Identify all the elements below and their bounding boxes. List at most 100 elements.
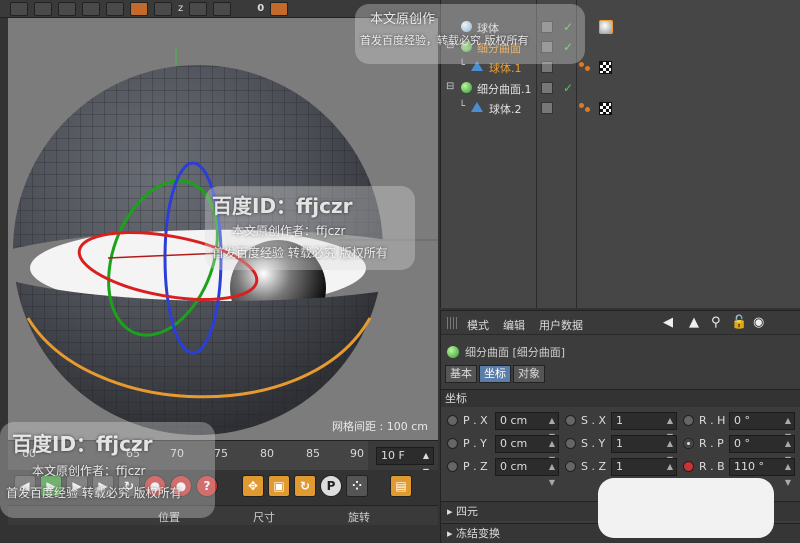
scale-key-button[interactable]: ▣ bbox=[268, 475, 290, 497]
collapse-icon[interactable]: ⊟ bbox=[446, 81, 454, 92]
sx-value: 1 bbox=[616, 414, 623, 427]
keyframe-radio[interactable] bbox=[683, 415, 694, 426]
object-row[interactable]: ⊟ 细分曲面.1 ✓ bbox=[441, 78, 800, 98]
coord-row-z: P . Z 0 cm▲▼ S . Z 1▲▼ R . B 110 °▲▼ bbox=[445, 457, 800, 487]
attribute-menu-bar: 模式 编辑 用户数据 ◀ ▲ ⚲ 🔓 ◉ bbox=[441, 311, 800, 335]
phong-tag-icon[interactable] bbox=[579, 103, 593, 113]
section-header: 坐标 bbox=[441, 389, 800, 407]
param-key-button[interactable]: P bbox=[320, 475, 342, 497]
tab-basic[interactable]: 基本 bbox=[445, 365, 477, 383]
tick-label: 85 bbox=[306, 447, 320, 460]
tree-branch-icon: └ bbox=[459, 101, 466, 112]
rh-value: 0 ° bbox=[734, 414, 750, 427]
keyframe-radio[interactable] bbox=[447, 415, 458, 426]
watermark-experience: 首发百度经验 转载必究 版权所有 bbox=[6, 486, 182, 500]
film-button[interactable]: ▤ bbox=[390, 475, 412, 497]
menu-mode[interactable]: 模式 bbox=[467, 317, 489, 333]
sy-field[interactable]: 1▲▼ bbox=[611, 435, 677, 464]
texture-tag-icon[interactable] bbox=[599, 61, 612, 74]
keyframe-radio[interactable] bbox=[447, 461, 458, 472]
watermark-original: 本文原创作者：ffjczr bbox=[32, 464, 146, 478]
phong-tag-icon[interactable] bbox=[579, 62, 593, 72]
tool-button[interactable] bbox=[34, 1, 52, 16]
keyframe-radio[interactable] bbox=[683, 461, 694, 472]
object-title: 细分曲面 [细分曲面] bbox=[465, 346, 566, 359]
axis-label: z bbox=[178, 3, 184, 14]
rp-value: 0 ° bbox=[734, 437, 750, 450]
rb-field[interactable]: 110 ° ▲ ▼ bbox=[729, 458, 795, 487]
tick-label: 80 bbox=[260, 447, 274, 460]
grip-icon[interactable] bbox=[447, 317, 459, 329]
sz-field[interactable]: 1▲▼ bbox=[611, 458, 677, 487]
px-field[interactable]: 0 cm▲▼ bbox=[495, 412, 559, 441]
sx-field[interactable]: 1▲▼ bbox=[611, 412, 677, 441]
watermark-original: 本文原创作 bbox=[370, 12, 436, 27]
frame-counter: 0 bbox=[257, 3, 265, 14]
subdivision-surface-icon bbox=[447, 346, 459, 358]
tab-coord[interactable]: 坐标 bbox=[479, 365, 511, 383]
px-label: P . X bbox=[463, 414, 488, 427]
section-quaternion-label: 四元 bbox=[456, 505, 479, 518]
keyframe-radio[interactable] bbox=[565, 461, 576, 472]
watermark-original: 本文原创作者：ffjczr bbox=[232, 224, 346, 238]
sz-label: S . Z bbox=[581, 460, 607, 473]
rb-value: 110 ° bbox=[734, 460, 764, 473]
pointer-icon[interactable]: ▲ bbox=[689, 315, 699, 330]
tool-button[interactable] bbox=[213, 1, 232, 16]
section-freeze-label: 冻结变换 bbox=[456, 527, 501, 540]
px-value: 0 cm bbox=[500, 414, 528, 427]
tool-button[interactable] bbox=[58, 1, 76, 16]
keyframe-radio[interactable] bbox=[683, 438, 694, 449]
search-icon[interactable]: ⚲ bbox=[711, 315, 721, 330]
py-value: 0 cm bbox=[500, 437, 528, 450]
subdivision-surface-icon bbox=[461, 82, 472, 93]
tool-button[interactable] bbox=[189, 1, 208, 16]
watermark-baidu-id: 百度ID：ffjczr bbox=[212, 194, 353, 218]
tool-button[interactable] bbox=[154, 1, 172, 16]
coord-row-x: P . X 0 cm▲▼ S . X 1▲▼ R . H 0 °▲▼ bbox=[445, 411, 800, 441]
sy-value: 1 bbox=[616, 437, 623, 450]
rp-field[interactable]: 0 °▲▼ bbox=[729, 435, 795, 464]
rh-field[interactable]: 0 °▲▼ bbox=[729, 412, 795, 441]
sx-label: S . X bbox=[581, 414, 607, 427]
pz-value: 0 cm bbox=[500, 460, 528, 473]
deformer-button[interactable] bbox=[130, 1, 148, 16]
layer-box[interactable] bbox=[541, 82, 553, 94]
grid-spacing-label: 网格间距 : 100 cm bbox=[332, 420, 428, 433]
pz-field[interactable]: 0 cm ▲ ▼ bbox=[495, 458, 559, 487]
tool-button[interactable] bbox=[106, 1, 124, 16]
end-frame-field[interactable]: 10 F ▲▼ bbox=[376, 447, 434, 476]
keyframe-radio[interactable] bbox=[565, 415, 576, 426]
material-tag-icon[interactable] bbox=[599, 20, 613, 34]
tool-button[interactable] bbox=[82, 1, 100, 16]
pz-label: P . Z bbox=[463, 460, 488, 473]
object-name: 球体.2 bbox=[489, 103, 522, 116]
layer-box[interactable] bbox=[541, 102, 553, 114]
keyframe-radio[interactable] bbox=[447, 438, 458, 449]
target-icon[interactable]: ◉ bbox=[753, 315, 764, 330]
keyframe-radio[interactable] bbox=[565, 438, 576, 449]
lock-icon[interactable]: 🔓 bbox=[731, 315, 747, 330]
tab-object[interactable]: 对象 bbox=[513, 365, 545, 383]
sphere-icon bbox=[471, 102, 483, 112]
move-key-button[interactable]: ✥ bbox=[242, 475, 264, 497]
point-key-button[interactable]: ⁘ bbox=[346, 475, 368, 497]
tick-label: 75 bbox=[214, 447, 228, 460]
texture-tag-icon[interactable] bbox=[599, 102, 612, 115]
size-label: 尺寸 bbox=[253, 511, 275, 524]
py-field[interactable]: 0 cm▲▼ bbox=[495, 435, 559, 464]
enabled-check-icon[interactable]: ✓ bbox=[563, 81, 573, 95]
menu-user-data[interactable]: 用户数据 bbox=[539, 317, 583, 333]
object-row[interactable]: └ 球体.2 bbox=[441, 98, 800, 118]
sy-label: S . Y bbox=[581, 437, 606, 450]
tool-button[interactable] bbox=[10, 1, 28, 16]
coord-row-y: P . Y 0 cm▲▼ S . Y 1▲▼ R . P 0 °▲▼ bbox=[445, 434, 800, 464]
rotation-label: 旋转 bbox=[348, 511, 370, 524]
back-arrow-icon[interactable]: ◀ bbox=[663, 315, 673, 330]
menu-edit[interactable]: 编辑 bbox=[503, 317, 525, 333]
tick-label: 90 bbox=[350, 447, 364, 460]
rotate-key-button[interactable]: ↻ bbox=[294, 475, 316, 497]
watermark-baidu-id: 百度ID：ffjczr bbox=[12, 432, 153, 456]
tool-button[interactable] bbox=[270, 1, 289, 16]
attribute-tabs: 基本 坐标 对象 bbox=[445, 365, 545, 383]
